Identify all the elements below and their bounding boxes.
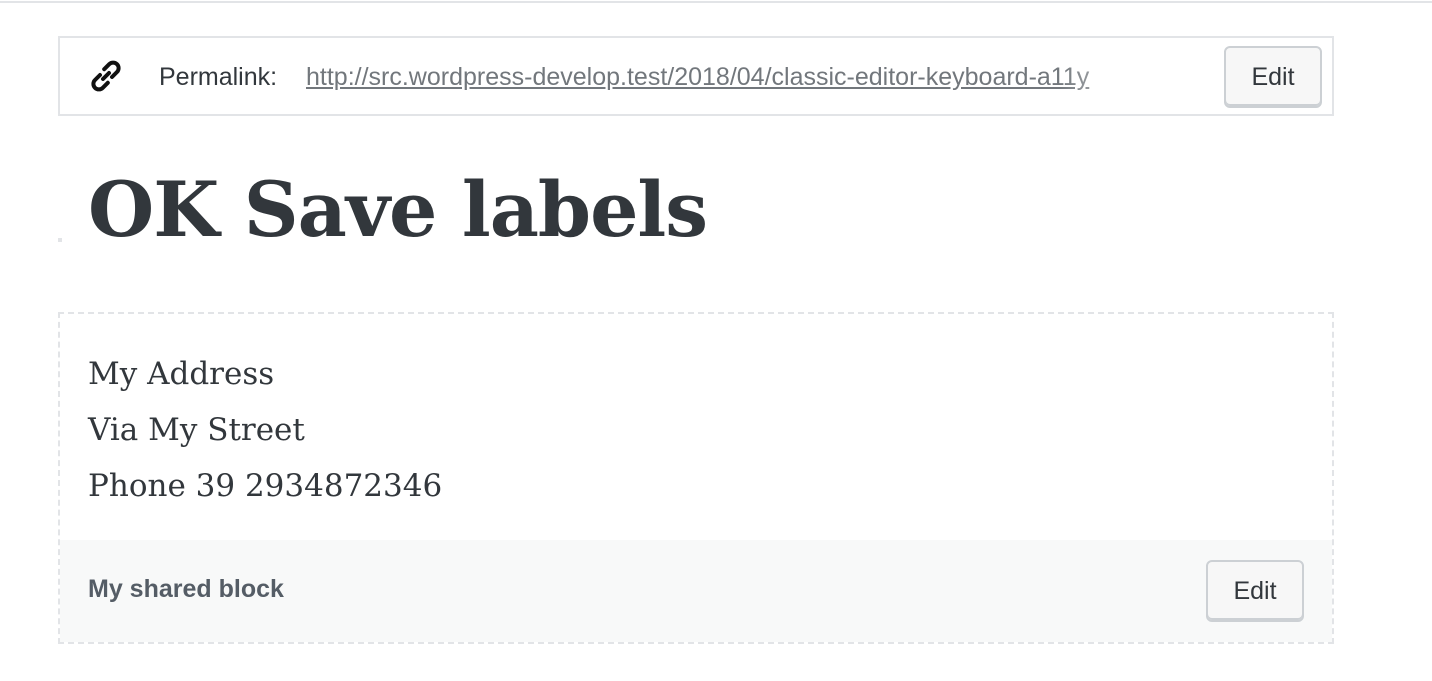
shared-block-name: My shared block: [88, 575, 284, 603]
post-title[interactable]: OK Save labels: [88, 160, 708, 260]
shared-block-footer: My shared block Edit: [60, 540, 1332, 642]
shared-block-edit-button[interactable]: Edit: [1206, 560, 1304, 622]
shared-block-line: Via My Street: [88, 412, 305, 448]
shared-block-line: Phone 39 2934872346: [88, 468, 443, 504]
permalink-bar: Permalink: http://src.wordpress-develop.…: [58, 36, 1334, 116]
shared-block[interactable]: My Address Via My Street Phone 39 293487…: [58, 312, 1334, 644]
link-icon: [86, 56, 126, 96]
shared-block-line: My Address: [88, 356, 275, 392]
title-drag-marker: [58, 238, 62, 242]
permalink-label: Permalink:: [159, 63, 278, 91]
shared-block-content: My Address Via My Street Phone 39 293487…: [88, 348, 442, 516]
permalink-url-link[interactable]: http://src.wordpress-develop.test/2018/0…: [306, 62, 1182, 94]
permalink-edit-button[interactable]: Edit: [1224, 46, 1322, 108]
editor-top-border: [0, 0, 1432, 3]
